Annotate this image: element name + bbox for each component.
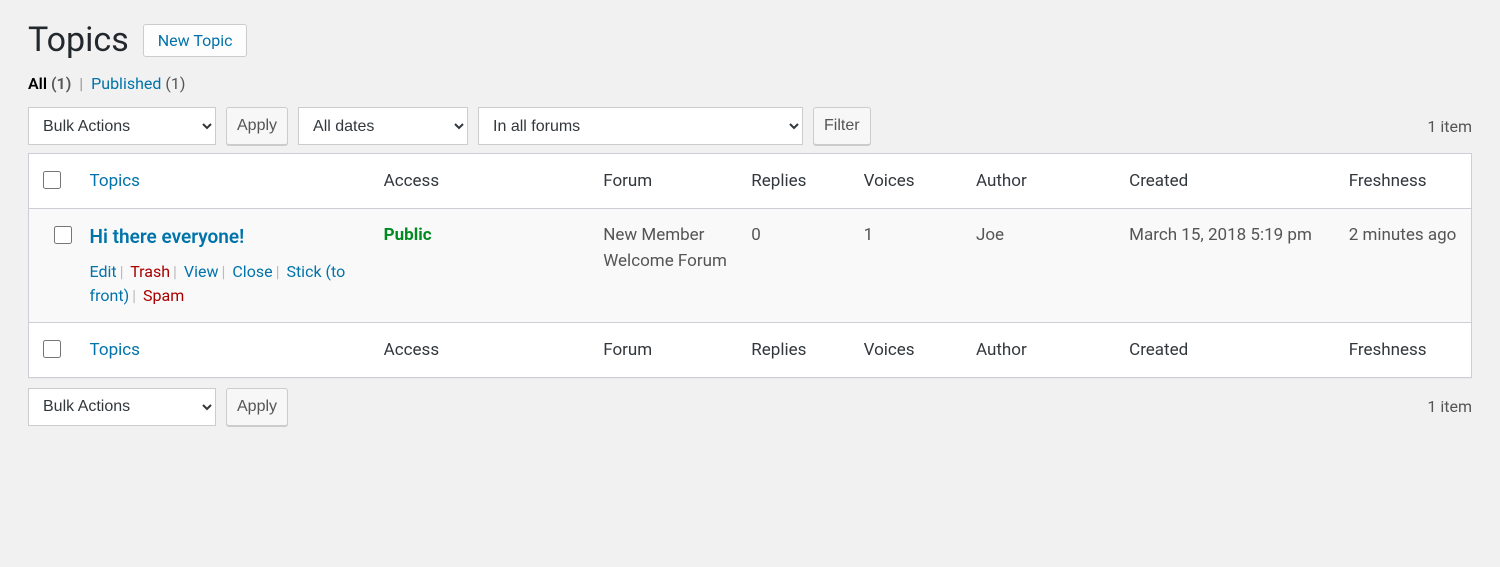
select-all-header <box>29 154 80 209</box>
col-access-header: Access <box>374 154 594 209</box>
col-freshness-header: Freshness <box>1339 154 1472 209</box>
forum-filter-select[interactable]: In all forums <box>478 107 803 145</box>
row-action-edit[interactable]: Edit <box>90 262 117 281</box>
tablenav-bottom: Bulk Actions Apply 1 item <box>28 388 1472 426</box>
col-forum-header: Forum <box>593 154 741 209</box>
col-replies-header: Replies <box>741 154 853 209</box>
row-action-view[interactable]: View <box>184 262 219 281</box>
row-freshness: 2 minutes ago <box>1339 209 1472 323</box>
col-access-footer: Access <box>374 322 594 377</box>
col-voices-footer: Voices <box>854 322 966 377</box>
filter-published-count: (1) <box>165 74 185 93</box>
row-created: March 15, 2018 5:19 pm <box>1119 209 1339 323</box>
row-author: Joe <box>966 209 1119 323</box>
page-title: Topics <box>28 20 129 60</box>
filter-separator: | <box>75 74 87 93</box>
table-row: Hi there everyone! Edit| Trash| View| Cl… <box>29 209 1472 323</box>
col-author-header: Author <box>966 154 1119 209</box>
item-count-top: 1 item <box>1427 117 1472 136</box>
row-title-link[interactable]: Hi there everyone! <box>90 225 245 248</box>
status-filter: All (1) | Published (1) <box>28 74 1472 93</box>
col-author-footer: Author <box>966 322 1119 377</box>
row-action-close[interactable]: Close <box>232 262 272 281</box>
col-voices-header: Voices <box>854 154 966 209</box>
item-count-bottom: 1 item <box>1427 397 1472 416</box>
col-forum-footer: Forum <box>593 322 741 377</box>
col-topics-footer[interactable]: Topics <box>90 340 140 360</box>
col-replies-footer: Replies <box>741 322 853 377</box>
filter-all-label: All <box>28 74 47 93</box>
new-topic-button[interactable]: New Topic <box>143 24 248 57</box>
filter-all-count: (1) <box>51 74 71 93</box>
col-freshness-footer: Freshness <box>1339 322 1472 377</box>
select-all-checkbox-top[interactable] <box>43 171 61 189</box>
topics-table: Topics Access Forum Replies Voices Autho… <box>28 153 1472 378</box>
bulk-actions-select-top[interactable]: Bulk Actions <box>28 107 216 145</box>
filter-all[interactable]: All (1) <box>28 74 75 93</box>
col-created-header: Created <box>1119 154 1339 209</box>
row-actions: Edit| Trash| View| Close| Stick (to fron… <box>90 260 364 308</box>
col-topics-header[interactable]: Topics <box>90 171 140 191</box>
date-filter-select[interactable]: All dates <box>298 107 468 145</box>
filter-published[interactable]: Published (1) <box>91 74 185 93</box>
col-created-footer: Created <box>1119 322 1339 377</box>
filter-button[interactable]: Filter <box>813 107 871 145</box>
apply-button-top[interactable]: Apply <box>226 107 288 145</box>
apply-button-bottom[interactable]: Apply <box>226 388 288 426</box>
row-replies: 0 <box>741 209 853 323</box>
filter-published-label: Published <box>91 74 161 93</box>
row-access: Public <box>384 225 432 245</box>
row-action-spam[interactable]: Spam <box>143 286 184 305</box>
bulk-actions-select-bottom[interactable]: Bulk Actions <box>28 388 216 426</box>
select-all-checkbox-bottom[interactable] <box>43 340 61 358</box>
tablenav-top: Bulk Actions Apply All dates In all foru… <box>28 107 1472 145</box>
row-forum: New Member Welcome Forum <box>593 209 741 323</box>
row-checkbox[interactable] <box>54 226 72 244</box>
row-voices: 1 <box>854 209 966 323</box>
row-action-trash[interactable]: Trash <box>130 262 170 281</box>
